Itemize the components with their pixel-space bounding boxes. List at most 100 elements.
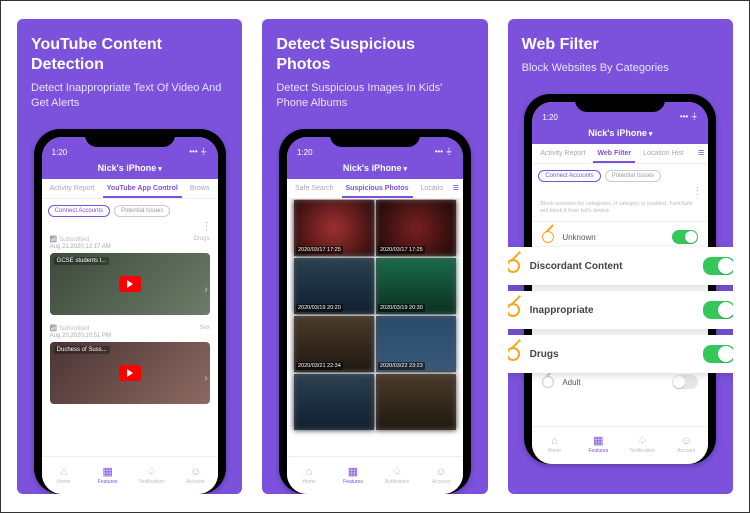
tab-youtube-control[interactable]: YouTube App Control xyxy=(103,179,182,198)
tab-activity-report[interactable]: Activity Report xyxy=(46,185,99,192)
row-head: Subscribed Sex xyxy=(42,321,218,332)
nav-features[interactable]: ▦Features xyxy=(86,457,130,494)
filter-card-discordant[interactable]: Discordant Content xyxy=(508,247,733,285)
photo-thumbnail[interactable]: 2020/03/21 22:34 xyxy=(293,315,375,373)
tab-suspicious-photos[interactable]: Suspicious Photos xyxy=(342,179,413,198)
home-icon: ⌂ xyxy=(60,467,67,478)
photo-grid: 2020/03/17 17:25 2020/03/17 17:25 2020/0… xyxy=(287,199,463,431)
hamburger-icon[interactable]: ≡ xyxy=(453,182,459,194)
photo-thumbnail[interactable]: 2020/03/19 20:20 xyxy=(293,257,375,315)
filter-card-drugs[interactable]: Drugs xyxy=(508,335,733,373)
status-indicators: •••⏚ xyxy=(189,146,207,157)
user-icon: ☺ xyxy=(190,467,201,478)
bottom-nav: ⌂Home ▦Features ♤Notification ☺Account xyxy=(287,456,463,494)
user-icon: ☺ xyxy=(435,467,446,478)
photo-thumbnail[interactable]: 2020/03/17 17:25 xyxy=(293,199,375,257)
toggle-switch[interactable] xyxy=(672,230,698,244)
nav-notification[interactable]: ♤Notification xyxy=(375,457,419,494)
hamburger-icon[interactable]: ≡ xyxy=(698,147,704,159)
chevron-right-icon: › xyxy=(204,373,207,384)
video-thumbnail[interactable]: Duchess of Suss... › xyxy=(50,342,210,404)
content-body: 2020/03/17 17:25 2020/03/17 17:25 2020/0… xyxy=(287,199,463,456)
tab-activity-report[interactable]: Activity Report xyxy=(536,150,589,157)
video-title: GCSE students t... xyxy=(54,257,110,265)
toggle-switch[interactable] xyxy=(703,257,733,275)
chip-potential-issues[interactable]: Potential Issues xyxy=(114,205,170,217)
panel-subtitle: Block Websites By Categories xyxy=(522,61,669,76)
chevron-right-icon: › xyxy=(204,284,207,295)
phone-frame: 1:20 •••⏚ Nick's iPhone Safe Search Susp… xyxy=(279,129,471,494)
content-body: Subscribed Drugs Aug 21,2020,12:17 AM GC… xyxy=(42,232,218,456)
tab-web-filter[interactable]: Web Filter xyxy=(593,144,635,163)
feature-tabs: Safe Search Suspicious Photos Locatio ≡ xyxy=(287,179,463,199)
nav-features[interactable]: ▦Features xyxy=(331,457,375,494)
filter-card-inappropriate[interactable]: Inappropriate xyxy=(508,291,733,329)
toggle-switch[interactable] xyxy=(703,301,733,319)
panel-subtitle: Detect Suspicious Images In Kids' Phone … xyxy=(276,81,473,111)
phone-screen: 1:20 •••⏚ Nick's iPhone Activity Report … xyxy=(42,137,218,494)
panel-title: Detect Suspicious Photos xyxy=(276,35,473,75)
video-thumbnail[interactable]: GCSE students t... › xyxy=(50,253,210,315)
feature-tabs: Activity Report Web Filter Location Hist… xyxy=(532,144,708,164)
filter-label: Drugs xyxy=(530,349,559,360)
nav-home[interactable]: ⌂Home xyxy=(287,457,331,494)
status-indicators: •••⏚ xyxy=(680,111,698,122)
bottom-nav: ⌂Home ▦Features ♤Notification ☺Account xyxy=(532,426,708,464)
status-time: 1:20 xyxy=(297,148,313,157)
chip-connect-accounts[interactable]: Connect Accounts xyxy=(48,205,110,217)
chip-connect-accounts[interactable]: Connect Accounts xyxy=(538,170,600,182)
photo-timestamp: 2020/03/17 17:25 xyxy=(296,246,343,254)
nav-home[interactable]: ⌂Home xyxy=(532,427,576,464)
features-icon: ▦ xyxy=(348,467,358,478)
bell-icon: ♤ xyxy=(392,467,402,478)
nav-account[interactable]: ☺Account xyxy=(664,427,708,464)
block-icon xyxy=(508,347,520,361)
more-icon[interactable]: ⋮ xyxy=(42,219,218,232)
filter-label: Adult xyxy=(562,378,580,387)
nav-notification[interactable]: ♤Notification xyxy=(620,427,664,464)
nav-account[interactable]: ☺Account xyxy=(419,457,463,494)
photo-thumbnail[interactable]: 2020/03/17 17:25 xyxy=(375,199,457,257)
nav-features[interactable]: ▦Features xyxy=(576,427,620,464)
more-icon[interactable]: ⋮ xyxy=(532,184,708,197)
photo-timestamp: 2020/03/22 23:23 xyxy=(378,362,425,370)
filter-label: Unknown xyxy=(562,233,595,242)
tab-safe-search[interactable]: Safe Search xyxy=(291,185,338,192)
block-icon xyxy=(542,231,554,243)
phone-notch xyxy=(575,94,665,112)
photo-thumbnail[interactable]: 2020/03/19 20:30 xyxy=(375,257,457,315)
tab-location[interactable]: Locatio xyxy=(417,185,448,192)
photo-timestamp: 2020/03/17 17:25 xyxy=(378,246,425,254)
photo-thumbnail[interactable] xyxy=(293,373,375,431)
subscribed-label: Subscribed xyxy=(50,325,90,332)
chip-potential-issues[interactable]: Potential Issues xyxy=(605,170,661,182)
phone-notch xyxy=(330,129,420,147)
tab-location-history[interactable]: Location Hist xyxy=(639,150,687,157)
play-icon xyxy=(119,276,141,292)
row-timestamp: Aug 20,2020,10:51 PM xyxy=(42,332,218,342)
device-selector[interactable]: Nick's iPhone xyxy=(532,124,708,144)
nav-notification[interactable]: ♤Notification xyxy=(130,457,174,494)
nav-account[interactable]: ☺Account xyxy=(174,457,218,494)
status-indicators: •••⏚ xyxy=(435,146,453,157)
photo-thumbnail[interactable]: 2020/03/22 23:23 xyxy=(375,315,457,373)
tab-browser[interactable]: Brows xyxy=(186,185,213,192)
filter-description: Block websites by categories. If categor… xyxy=(532,197,708,221)
toggle-switch[interactable] xyxy=(672,375,698,389)
toggle-switch[interactable] xyxy=(703,345,733,363)
phone-notch xyxy=(85,129,175,147)
photo-thumbnail[interactable] xyxy=(375,373,457,431)
screenshot-container: YouTube Content Detection Detect Inappro… xyxy=(0,0,750,513)
device-selector[interactable]: Nick's iPhone xyxy=(287,159,463,179)
panel-title: Web Filter xyxy=(522,35,599,55)
bell-icon: ♤ xyxy=(637,436,647,447)
row-timestamp: Aug 21,2020,12:17 AM xyxy=(42,243,218,253)
phone-screen: 1:20 •••⏚ Nick's iPhone Safe Search Susp… xyxy=(287,137,463,494)
home-icon: ⌂ xyxy=(306,467,313,478)
nav-home[interactable]: ⌂Home xyxy=(42,457,86,494)
bell-icon: ♤ xyxy=(147,467,157,478)
features-icon: ▦ xyxy=(593,436,603,447)
device-selector[interactable]: Nick's iPhone xyxy=(42,159,218,179)
play-icon xyxy=(119,365,141,381)
phone-frame: 1:20 •••⏚ Nick's iPhone Activity Report … xyxy=(34,129,226,494)
